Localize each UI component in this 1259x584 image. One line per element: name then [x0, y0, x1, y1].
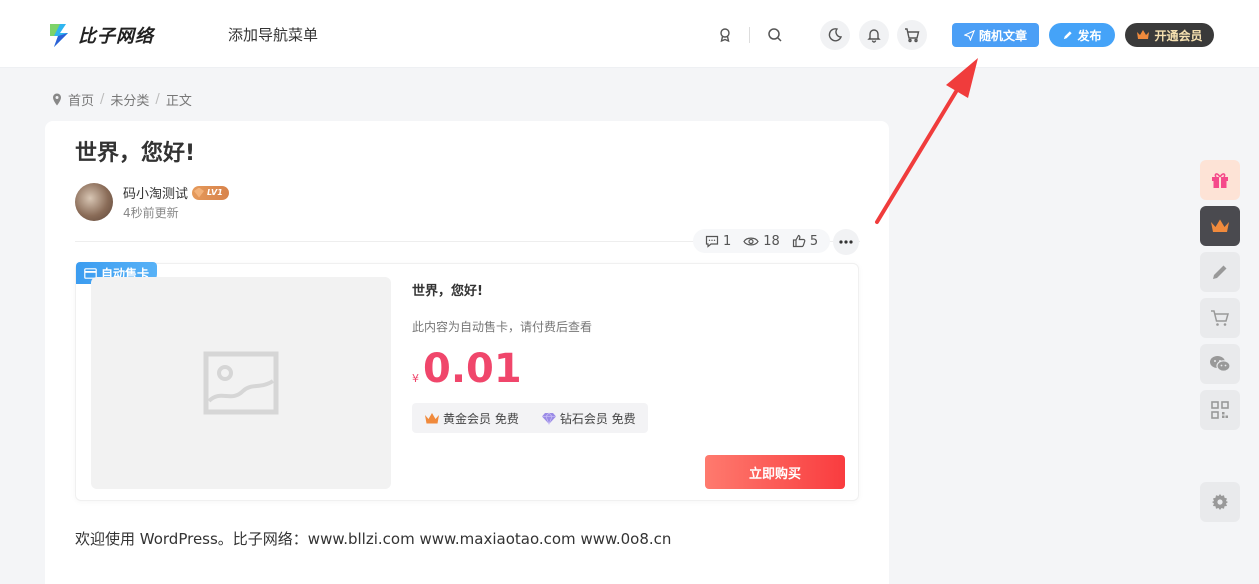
open-vip-button[interactable]: 开通会员 — [1125, 23, 1214, 47]
wechat-button[interactable] — [1200, 344, 1240, 384]
location-pin-icon — [53, 93, 61, 106]
breadcrumb-separator: / — [100, 92, 105, 107]
send-icon — [963, 29, 975, 41]
top-header: 比子网络 添加导航菜单 随机文章 发布 开通会员 — [0, 0, 1259, 68]
crown-icon — [1211, 219, 1229, 232]
gear-icon — [1212, 494, 1228, 510]
updated-time: 4秒前更新 — [123, 206, 179, 220]
gift-button[interactable] — [1200, 160, 1240, 200]
comment-stat[interactable]: 1 — [705, 234, 731, 249]
price-currency: ¥ — [412, 372, 419, 385]
pencil-icon — [1213, 265, 1227, 279]
product-title: 世界，您好! — [412, 284, 483, 299]
breadcrumb-category[interactable]: 未分类 — [110, 90, 149, 109]
diamond-member-label: 钻石会员 免费 — [559, 411, 636, 426]
view-count: 18 — [763, 233, 780, 249]
member-perks: 黄金会员 免费 钻石会员 免费 — [412, 403, 648, 433]
diamond-member-perk: 钻石会员 免费 — [541, 410, 636, 427]
product-price: ¥ 0.01 — [412, 346, 522, 392]
pencil-icon — [1064, 30, 1073, 39]
wechat-icon — [1210, 356, 1231, 372]
vip-crown-button[interactable] — [1200, 206, 1240, 246]
dark-mode-icon[interactable] — [820, 20, 850, 50]
search-icon[interactable] — [760, 20, 790, 50]
publish-label: 发布 — [1077, 28, 1102, 43]
logo-text: 比子网络 — [78, 26, 154, 47]
gift-icon — [1212, 173, 1228, 188]
article-card: 世界，您好! 码小淘测试 LV1 4秒前更新 1 18 5 自动售卡 世界，您好… — [45, 121, 889, 584]
cart-button[interactable] — [1200, 298, 1240, 338]
header-divider — [749, 27, 750, 43]
badge-icon[interactable] — [710, 20, 740, 50]
buy-now-button[interactable]: 立即购买 — [705, 455, 845, 489]
bell-icon[interactable] — [859, 20, 889, 50]
settings-button[interactable] — [1200, 482, 1240, 522]
breadcrumb-current: 正文 — [165, 94, 192, 109]
cart-icon[interactable] — [897, 20, 927, 50]
product-thumbnail[interactable] — [91, 277, 391, 489]
breadcrumb-home[interactable]: 首页 — [68, 90, 94, 109]
comment-icon — [705, 235, 719, 248]
open-vip-label: 开通会员 — [1154, 28, 1203, 43]
nav-menu-placeholder[interactable]: 添加导航菜单 — [228, 24, 318, 45]
avatar[interactable] — [75, 183, 113, 221]
cart-icon — [1211, 310, 1229, 326]
diamond-icon — [541, 411, 556, 425]
level-badge: LV1 — [192, 185, 229, 200]
article-title: 世界，您好! — [75, 141, 196, 166]
author-row: 码小淘测试 LV1 — [123, 183, 229, 202]
auto-card-product: 自动售卡 世界，您好! 此内容为自动售卡，请付费后查看 ¥ 0.01 黄金会员 … — [75, 262, 859, 501]
more-dots-icon — [839, 240, 853, 244]
random-article-button[interactable]: 随机文章 — [952, 23, 1039, 47]
author-name[interactable]: 码小淘测试 — [123, 183, 188, 202]
qrcode-icon — [1211, 401, 1229, 419]
article-content: 欢迎使用 WordPress。比子网络：www.bllzi.com www.ma… — [75, 530, 672, 548]
image-placeholder-icon — [203, 351, 279, 415]
view-stat: 18 — [743, 234, 780, 249]
article-stats: 1 18 5 — [693, 229, 831, 253]
more-options-button[interactable] — [833, 229, 859, 255]
eye-icon — [743, 237, 759, 245]
edit-button[interactable] — [1200, 252, 1240, 292]
like-count: 5 — [809, 233, 819, 249]
random-article-label: 随机文章 — [978, 28, 1027, 43]
gem-icon — [194, 187, 205, 198]
qrcode-button[interactable] — [1200, 390, 1240, 430]
comment-count: 1 — [723, 233, 732, 249]
logo-icon — [46, 22, 74, 48]
like-stat[interactable]: 5 — [792, 234, 818, 249]
price-value: 0.01 — [423, 346, 522, 392]
product-description: 此内容为自动售卡，请付费后查看 — [412, 320, 593, 334]
site-logo[interactable]: 比子网络 — [46, 22, 154, 48]
publish-button[interactable]: 发布 — [1049, 23, 1115, 47]
gold-crown-icon — [425, 412, 439, 423]
crown-icon — [1137, 30, 1150, 39]
breadcrumb: 首页 / 未分类 / 正文 — [52, 90, 192, 109]
breadcrumb-separator: / — [155, 92, 160, 107]
gold-member-label: 黄金会员 免费 — [443, 411, 519, 426]
gold-member-perk: 黄金会员 免费 — [424, 410, 519, 427]
level-label: LV1 — [207, 188, 223, 197]
thumbs-up-icon — [792, 234, 806, 248]
